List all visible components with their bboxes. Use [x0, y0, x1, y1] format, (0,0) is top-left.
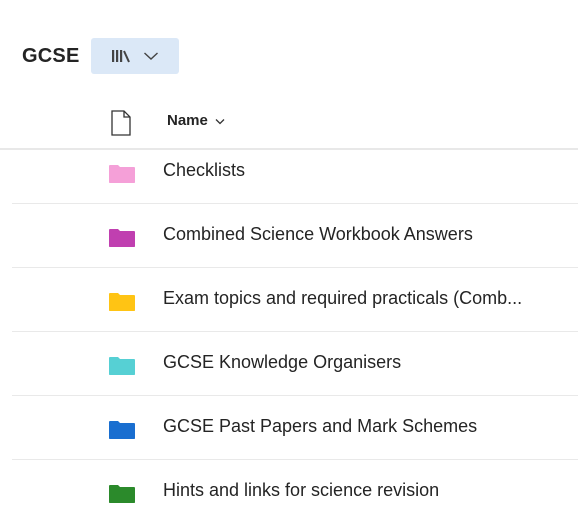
folder-name[interactable]: Hints and links for science revision [163, 480, 439, 501]
name-column-label: Name [167, 112, 208, 129]
list-item[interactable]: Hints and links for science revision [12, 460, 578, 512]
folder-name[interactable]: GCSE Past Papers and Mark Schemes [163, 416, 477, 437]
folder-name[interactable]: GCSE Knowledge Organisers [163, 352, 401, 373]
document-icon[interactable] [110, 110, 132, 141]
sort-chevron-icon [215, 112, 225, 129]
chevron-down-icon [143, 51, 159, 61]
library-header: GCSE [22, 38, 180, 74]
folder-list: Checklists Combined Science Workbook Answ… [0, 140, 578, 512]
folder-name[interactable]: Combined Science Workbook Answers [163, 224, 473, 245]
file-browser: GCSE Name Checklists Combined Science Wo… [0, 0, 578, 512]
list-item[interactable]: GCSE Knowledge Organisers [12, 332, 578, 396]
folder-icon [108, 420, 136, 445]
library-view-button[interactable] [91, 38, 180, 74]
folder-name[interactable]: Checklists [163, 160, 245, 181]
list-item[interactable]: GCSE Past Papers and Mark Schemes [12, 396, 578, 460]
folder-icon [108, 292, 136, 317]
folder-icon [108, 164, 136, 189]
folder-icon [108, 228, 136, 253]
list-item[interactable]: Checklists [12, 140, 578, 204]
list-item[interactable]: Combined Science Workbook Answers [12, 204, 578, 268]
folder-name[interactable]: Exam topics and required practicals (Com… [163, 288, 522, 309]
library-icon [111, 48, 133, 64]
list-item[interactable]: Exam topics and required practicals (Com… [12, 268, 578, 332]
folder-icon [108, 356, 136, 381]
folder-icon [108, 484, 136, 509]
page-title: GCSE [22, 44, 80, 67]
name-column-header[interactable]: Name [167, 112, 225, 129]
